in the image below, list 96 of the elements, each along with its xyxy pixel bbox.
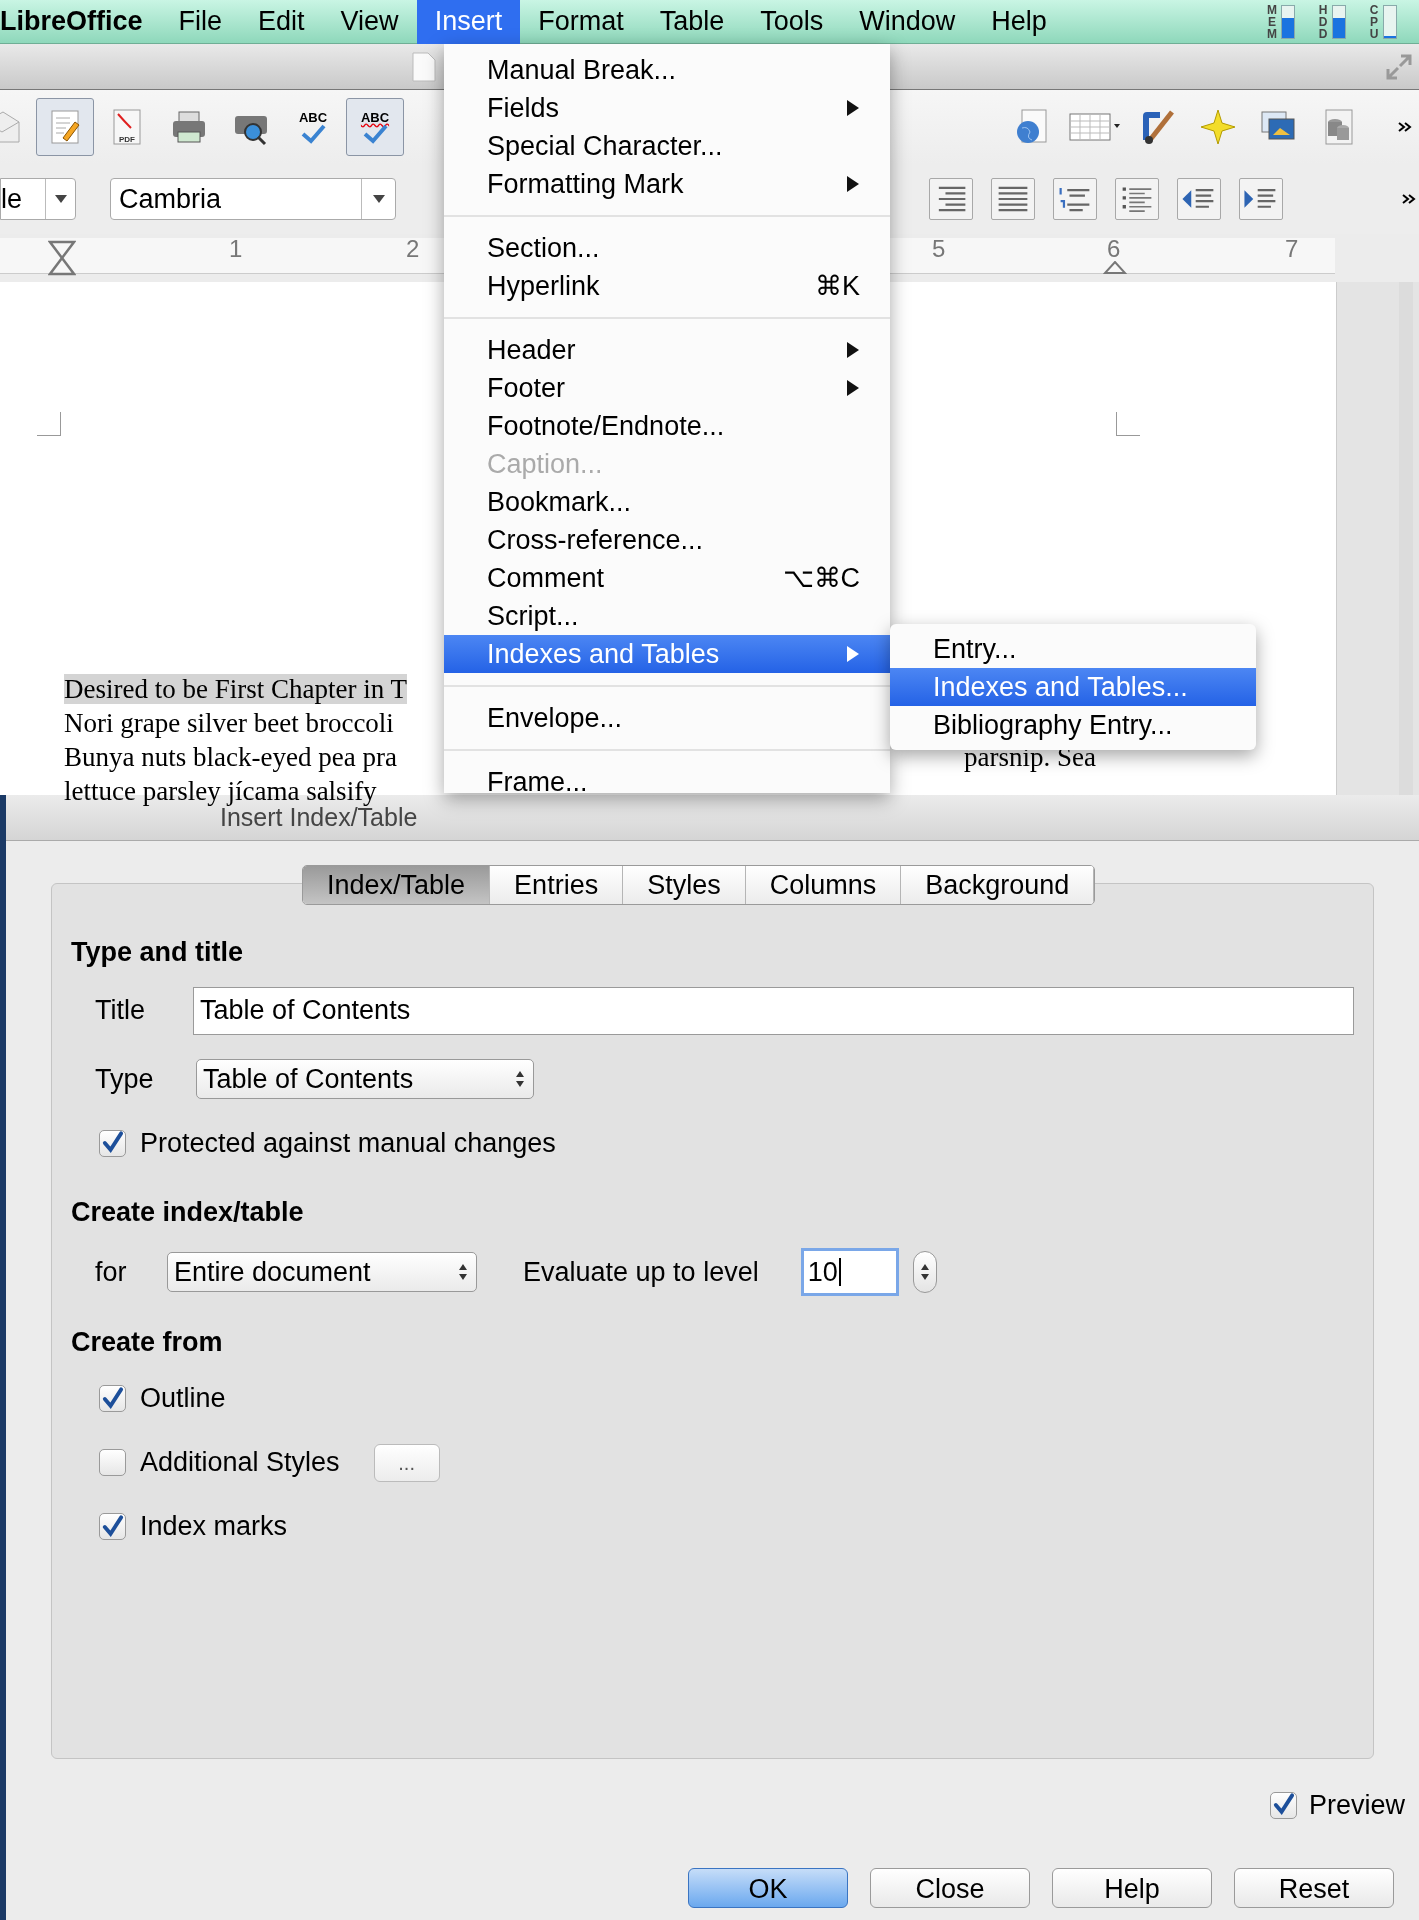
field-label: for xyxy=(94,1255,128,1289)
menu-item[interactable]: Bookmark... xyxy=(444,483,890,521)
dialog-button[interactable]: Close xyxy=(870,1867,1030,1908)
monitor-label: HDD xyxy=(1317,3,1329,40)
menu-item[interactable]: View xyxy=(322,0,417,44)
align-right-icon[interactable] xyxy=(929,178,973,220)
menu-item[interactable]: File xyxy=(160,0,241,44)
dropdown-icon xyxy=(54,195,67,203)
shortcut: ⌘K xyxy=(815,269,860,303)
updown-icon xyxy=(919,1263,930,1281)
edit-document-icon[interactable] xyxy=(36,98,94,156)
dialog-button[interactable]: Reset xyxy=(1234,1867,1394,1908)
menu-item[interactable]: Special Character... xyxy=(444,127,890,165)
menu-item[interactable]: Cross-reference... xyxy=(444,521,890,559)
shortcut: ⌥⌘C xyxy=(782,561,860,595)
menu-item[interactable]: Footnote/Endnote... xyxy=(444,407,890,445)
corner-mark-icon xyxy=(1116,412,1140,436)
tab[interactable]: Entries xyxy=(490,866,624,904)
checkbox[interactable] xyxy=(99,1513,126,1540)
section-heading: Create index/table xyxy=(71,1195,305,1229)
menu-item[interactable]: Envelope... xyxy=(444,699,890,737)
menu-item[interactable]: Tools xyxy=(742,0,842,44)
section-heading: Type and title xyxy=(71,936,245,969)
document-line: Bunya nuts black-eyed pea pra xyxy=(64,742,397,772)
menu-item[interactable]: Footer xyxy=(444,369,890,407)
menu-item[interactable]: Formatting Mark xyxy=(444,165,890,203)
dialog-button[interactable]: Help xyxy=(1052,1867,1212,1908)
level-field[interactable]: 10 xyxy=(800,1248,899,1296)
menu-item[interactable]: Indexes and Tables xyxy=(444,635,890,673)
font-field[interactable]: Cambria xyxy=(110,178,396,220)
tab[interactable]: Columns xyxy=(745,866,902,904)
ruler-number: 5 xyxy=(932,238,946,260)
indent-marker-icon[interactable] xyxy=(48,240,76,276)
autospellcheck-icon[interactable]: ABC xyxy=(346,98,404,156)
browse-button[interactable]: ... xyxy=(373,1443,440,1482)
tab[interactable]: Styles xyxy=(623,866,746,904)
menu-item[interactable]: Help xyxy=(973,0,1065,44)
updown-icon xyxy=(515,1069,525,1088)
checkbox[interactable] xyxy=(99,1385,126,1412)
checkbox-label: Protected against manual changes xyxy=(140,1127,556,1160)
checkbox[interactable] xyxy=(99,1129,126,1157)
tab[interactable]: Background xyxy=(901,866,1095,904)
menu-item[interactable]: Manual Break... xyxy=(444,51,890,89)
increase-indent-icon[interactable] xyxy=(1239,178,1283,220)
document-icon xyxy=(412,51,436,82)
ruler-number: 2 xyxy=(406,238,420,260)
field-label: Type xyxy=(94,1062,155,1096)
spin-button[interactable] xyxy=(912,1251,937,1293)
menu-item[interactable]: Format xyxy=(520,0,642,44)
updown-icon xyxy=(458,1263,468,1281)
tab-marker-icon[interactable] xyxy=(1103,261,1127,274)
dialog-button[interactable]: OK xyxy=(688,1867,848,1908)
bullet-list-icon[interactable] xyxy=(1115,178,1159,220)
menu-item[interactable]: Entry... xyxy=(890,630,1256,668)
menu-item[interactable]: Fields xyxy=(444,89,890,127)
menu-item[interactable]: Insert xyxy=(416,0,521,44)
menu-item[interactable]: Comment ⌥⌘C xyxy=(444,559,890,597)
menu-item[interactable]: Indexes and Tables... xyxy=(890,668,1256,706)
menu-item[interactable]: Bibliography Entry... xyxy=(890,706,1256,744)
checkbox[interactable] xyxy=(99,1449,126,1476)
menu-item[interactable]: Edit xyxy=(240,0,323,44)
type-select[interactable]: Table of Contents xyxy=(196,1058,534,1099)
checkbox-label: Preview xyxy=(1308,1789,1405,1822)
ruler-number: 6 xyxy=(1107,238,1121,260)
ruler-number: 1 xyxy=(229,238,243,260)
numbered-list-icon[interactable] xyxy=(1053,178,1097,220)
menu-item[interactable]: Section... xyxy=(444,229,890,267)
checkbox-label: Index marks xyxy=(140,1510,288,1544)
justify-icon[interactable] xyxy=(991,178,1035,220)
monitor-label: MEM xyxy=(1266,3,1278,40)
checkbox[interactable] xyxy=(1269,1791,1297,1819)
menu-item[interactable]: Frame... xyxy=(444,763,890,793)
checkbox-label: Additional Styles xyxy=(140,1446,340,1480)
ruler-number: 7 xyxy=(1285,238,1299,260)
decrease-indent-icon[interactable] xyxy=(1177,178,1221,220)
menu-item[interactable]: Script... xyxy=(444,597,890,635)
field-label: Title xyxy=(94,994,146,1028)
dropdown-icon xyxy=(372,195,385,203)
tab[interactable]: Index/Table xyxy=(303,866,491,904)
monitor-label: CPU xyxy=(1368,3,1380,40)
section-heading: Create from xyxy=(71,1326,224,1359)
title-field[interactable]: Table of Contents xyxy=(193,986,1354,1035)
corner-mark-icon xyxy=(37,412,61,436)
document-line: Nori grape silver beet broccoli xyxy=(64,708,394,738)
checkbox-label: Outline xyxy=(140,1382,226,1416)
style-field[interactable]: le xyxy=(0,178,76,220)
menu-item[interactable]: Header xyxy=(444,331,890,369)
scope-select[interactable]: Entire document xyxy=(167,1252,477,1292)
menu-item[interactable]: Hyperlink ⌘K xyxy=(444,267,890,305)
menu-item[interactable]: Window xyxy=(841,0,974,44)
field-label: Evaluate up to level xyxy=(523,1255,759,1289)
menu-item[interactable]: Table xyxy=(641,0,743,44)
more-icon[interactable] xyxy=(1401,192,1417,206)
app-menu[interactable]: LibreOffice xyxy=(0,1,161,42)
document-line: lettuce parsley jícama salsify xyxy=(64,776,377,806)
more-icon[interactable] xyxy=(1397,120,1413,134)
